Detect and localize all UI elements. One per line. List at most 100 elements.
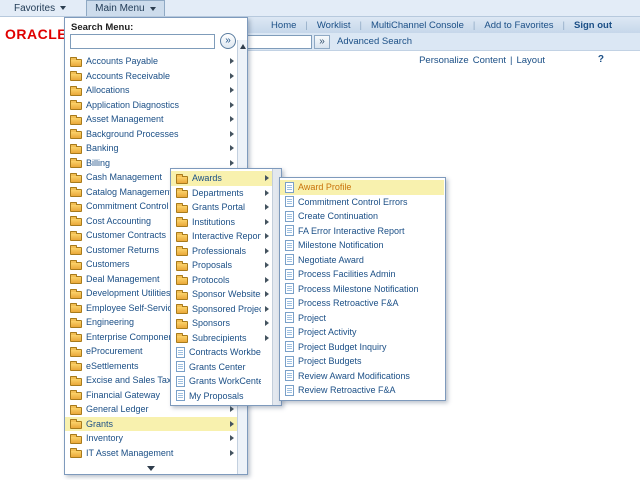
submenu-arrow-icon <box>265 334 269 341</box>
chevron-down-icon <box>60 6 67 10</box>
menu-item[interactable]: Grants Center <box>171 360 272 375</box>
folder-icon <box>70 56 82 67</box>
menu-item[interactable]: Banking <box>65 141 237 156</box>
submenu-arrow-icon <box>230 101 234 108</box>
document-icon <box>285 196 294 208</box>
menu-item-label: Billing <box>86 157 111 168</box>
menu-item[interactable]: Project Budget Inquiry <box>280 340 444 355</box>
menu-item-label: Grants Center <box>189 361 246 372</box>
main-menu-button[interactable]: Main Menu <box>86 0 165 16</box>
menu-item[interactable]: Inventory <box>65 431 237 446</box>
menu-item[interactable]: Allocations <box>65 83 237 98</box>
menu-item[interactable]: My Proposals <box>171 389 272 404</box>
menu-item[interactable]: Subrecipients <box>171 331 272 346</box>
scroll-up-icon[interactable] <box>239 44 246 49</box>
menu-item[interactable]: Professionals <box>171 244 272 259</box>
menu-item[interactable]: Institutions <box>171 215 272 230</box>
menu-item[interactable]: FA Error Interactive Report <box>280 224 444 239</box>
menu-item[interactable]: Protocols <box>171 273 272 288</box>
favorites-menu-label: Favorites <box>14 2 56 14</box>
menu-item[interactable]: Project <box>280 311 444 326</box>
menu-search-input[interactable] <box>70 34 215 49</box>
folder-icon <box>70 404 82 415</box>
advanced-search-link[interactable]: Advanced Search <box>337 36 412 47</box>
menu-item-label: Process Retroactive F&A <box>298 298 399 309</box>
menu-item[interactable]: Negotiate Award <box>280 253 444 268</box>
folder-icon <box>70 100 82 111</box>
menu-item[interactable]: Awards <box>171 171 272 186</box>
menu-item[interactable]: Process Milestone Notification <box>280 282 444 297</box>
folder-icon <box>70 216 82 227</box>
portal-search-go-button[interactable]: » <box>314 35 330 49</box>
menu-item[interactable]: Background Processes <box>65 127 237 142</box>
menu-item[interactable]: Sponsored Projects Offi <box>171 302 272 317</box>
nav-add-to-favorites-link[interactable]: Add to Favorites <box>484 20 553 31</box>
sign-out-link[interactable]: Sign out <box>574 20 612 31</box>
help-icon[interactable]: ? <box>598 54 604 65</box>
submenu-arrow-icon <box>230 130 234 137</box>
menu-item[interactable]: Grants WorkCenter <box>171 374 272 389</box>
menu-item[interactable]: Asset Management <box>65 112 237 127</box>
menu-bar: Favorites Main Menu <box>0 0 640 17</box>
menu-item-label: Departments <box>192 187 244 198</box>
personalize-layout-link[interactable]: Layout <box>516 55 545 66</box>
menu-item[interactable]: Review Retroactive F&A <box>280 383 444 398</box>
menu-item[interactable]: Sponsor Websites <box>171 287 272 302</box>
nav-home-link[interactable]: Home <box>271 20 296 31</box>
menu-item-label: Interactive Reports <box>192 231 261 242</box>
nav-divider: | <box>562 19 565 31</box>
menu-item-label: Subrecipients <box>192 332 247 343</box>
menu-item[interactable]: Project Activity <box>280 325 444 340</box>
menu-item[interactable]: Sponsors <box>171 316 272 331</box>
main-menu-label: Main Menu <box>95 3 145 14</box>
menu-item-label: Project Budget Inquiry <box>298 341 387 352</box>
menu-item[interactable]: Application Diagnostics <box>65 98 237 113</box>
nav-worklist-link[interactable]: Worklist <box>317 20 351 31</box>
menu-item[interactable]: Accounts Payable <box>65 54 237 69</box>
menu-item[interactable]: Proposals <box>171 258 272 273</box>
menu-item[interactable]: Create Continuation <box>280 209 444 224</box>
search-menu-label: Search Menu: <box>71 22 134 33</box>
menu-item-label: Project Activity <box>298 327 357 338</box>
folder-icon <box>176 173 188 184</box>
menu-item-label: Inventory <box>86 433 124 444</box>
favorites-menu-button[interactable]: Favorites <box>6 0 74 16</box>
document-icon <box>285 355 294 367</box>
menu-item[interactable]: Grants Portal <box>171 200 272 215</box>
menu-item[interactable]: Review Award Modifications <box>280 369 444 384</box>
menu-item[interactable]: Project Budgets <box>280 354 444 369</box>
menu-item[interactable]: Departments <box>171 186 272 201</box>
menu-item[interactable]: Grants <box>65 416 237 431</box>
menu-item[interactable]: IT Asset Management <box>65 446 237 461</box>
menu-item[interactable]: Award Profile <box>280 180 444 195</box>
menu-item[interactable]: Commitment Control Errors <box>280 195 444 210</box>
document-icon <box>285 341 294 353</box>
folder-icon <box>70 71 82 82</box>
submenu-arrow-icon <box>230 116 234 123</box>
menu-item-label: Negotiate Award <box>298 254 364 265</box>
menu-item[interactable]: Contracts Workbench <box>171 345 272 360</box>
folder-icon <box>70 375 82 386</box>
folder-icon <box>176 246 188 257</box>
folder-icon <box>70 361 82 372</box>
nav-divider: | <box>305 19 308 31</box>
folder-icon <box>176 260 188 271</box>
menu-item[interactable]: Accounts Receivable <box>65 69 237 84</box>
nav-multichannel-console-link[interactable]: MultiChannel Console <box>371 20 464 31</box>
menu-item[interactable]: Milestone Notification <box>280 238 444 253</box>
menu-item[interactable]: Interactive Reports <box>171 229 272 244</box>
menu-scroll-down[interactable] <box>65 466 237 471</box>
menu-item-label: Review Award Modifications <box>298 370 410 381</box>
document-icon <box>285 225 294 237</box>
personalize-content-link[interactable]: Content <box>473 55 506 66</box>
folder-icon <box>176 275 188 286</box>
menu-search-go-button[interactable]: » <box>220 33 236 49</box>
menu-item-label: Professionals <box>192 245 247 256</box>
menu-item-label: Milestone Notification <box>298 240 384 251</box>
menu-item[interactable]: Process Retroactive F&A <box>280 296 444 311</box>
folder-icon <box>176 231 188 242</box>
menu-item[interactable]: Process Facilities Admin <box>280 267 444 282</box>
submenu-arrow-icon <box>230 87 234 94</box>
folder-icon <box>70 274 82 285</box>
personalize-divider: | <box>510 55 513 66</box>
